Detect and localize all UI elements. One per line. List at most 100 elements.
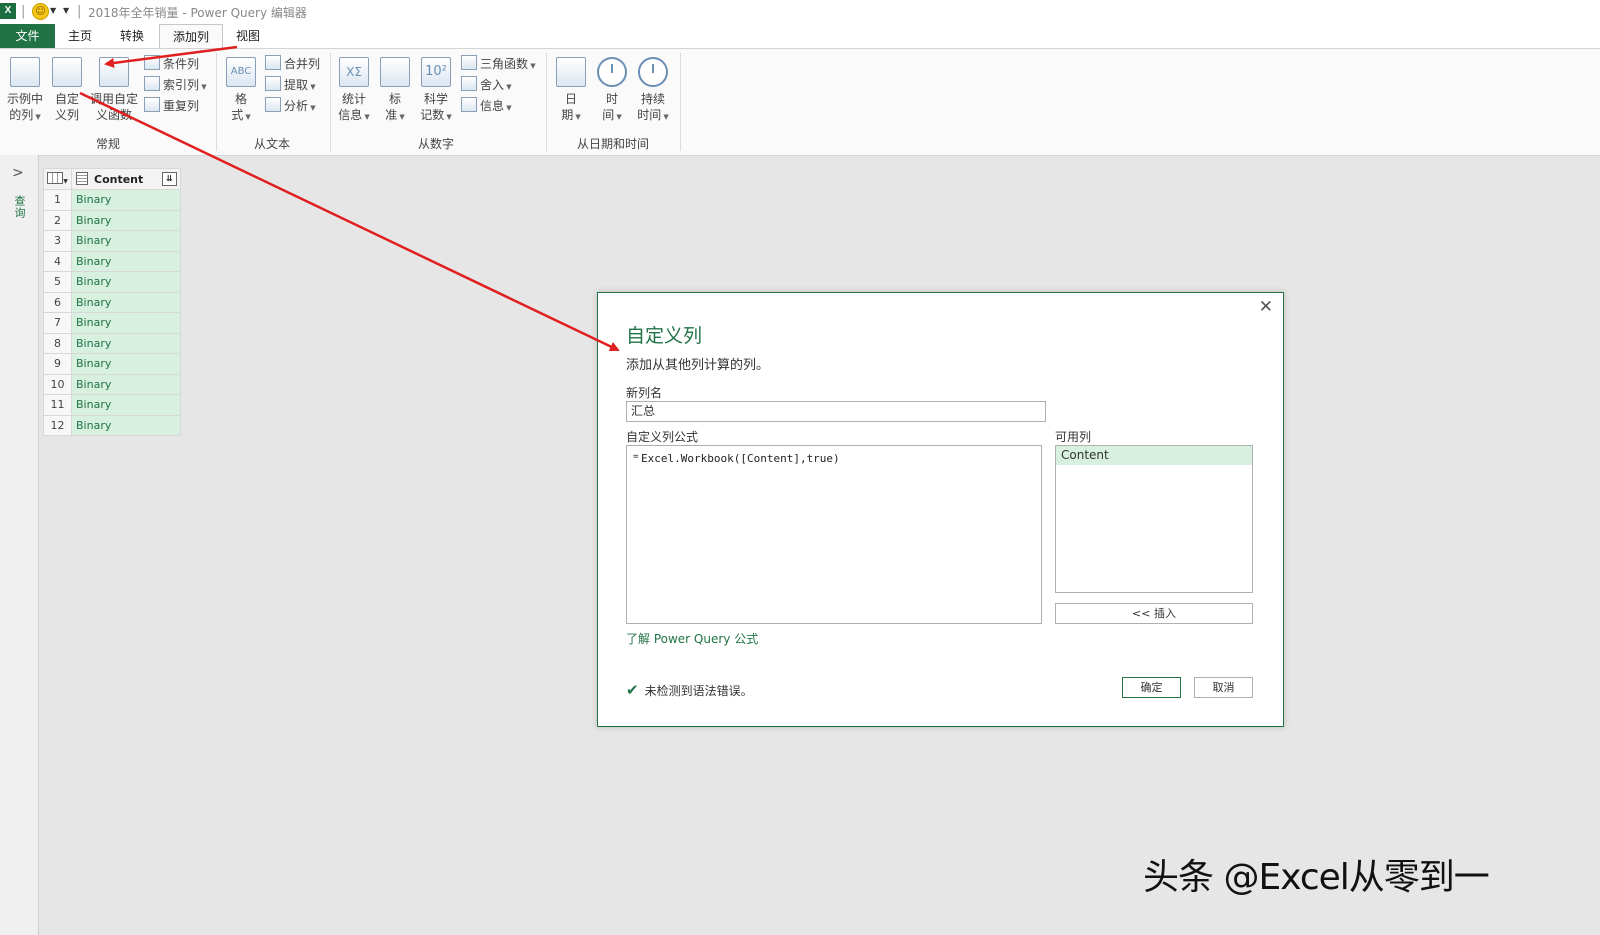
binary-cell[interactable]: Binary <box>71 209 181 231</box>
chevron-right-icon[interactable]: > <box>12 165 24 181</box>
close-icon[interactable]: ✕ <box>1259 297 1273 317</box>
button-label: 的列 <box>9 108 34 122</box>
binary-cell[interactable]: Binary <box>71 312 181 334</box>
ribbon-tabs: 文件 主页 转换 添加列 视图 <box>0 24 1600 49</box>
row-number: 8 <box>43 332 72 354</box>
parse-button[interactable]: 分析 ▼ <box>265 97 316 115</box>
table-column-icon <box>10 57 40 87</box>
customize-toolbar-icon[interactable]: ▼ <box>63 6 69 15</box>
excel-app-icon: X <box>0 3 16 19</box>
button-label: 索引列 <box>163 78 200 92</box>
window-title: 2018年全年销量 - Power Query 编辑器 <box>88 6 307 20</box>
table-row[interactable]: 9 Binary <box>43 353 181 375</box>
table-row[interactable]: 8 Binary <box>43 332 181 354</box>
table-row[interactable]: 2 Binary <box>43 209 181 231</box>
table-row[interactable]: 6 Binary <box>43 291 181 313</box>
ok-button[interactable]: 确定 <box>1122 677 1181 698</box>
row-number: 4 <box>43 250 72 272</box>
available-column-item[interactable]: Content <box>1056 446 1252 465</box>
conditional-column-button[interactable]: 条件列 <box>144 55 199 73</box>
merge-columns-button[interactable]: 合并列 <box>265 55 320 73</box>
table-row[interactable]: 5 Binary <box>43 271 181 293</box>
binary-cell[interactable]: Binary <box>71 394 181 416</box>
button-label: 条件列 <box>163 57 200 71</box>
dialog-subtitle: 添加从其他列计算的列。 <box>626 358 770 373</box>
button-label: 舍入 <box>480 78 505 92</box>
extract-button[interactable]: 提取 ▼ <box>265 76 316 94</box>
table-row[interactable]: 1 Binary <box>43 189 181 211</box>
table-row[interactable]: 12 Binary <box>43 414 181 436</box>
binary-cell[interactable]: Binary <box>71 230 181 252</box>
button-label: 信息 <box>480 99 505 113</box>
button-label: 标 <box>388 92 401 106</box>
cancel-button[interactable]: 取消 <box>1194 677 1253 698</box>
group-divider <box>680 53 681 151</box>
index-column-button[interactable]: 索引列 ▼ <box>144 76 207 94</box>
group-label-from-number: 从数字 <box>417 137 454 151</box>
tab-transform[interactable]: 转换 <box>110 24 154 48</box>
expand-icon[interactable]: ⇊ <box>162 172 177 186</box>
binary-cell[interactable]: Binary <box>71 271 181 293</box>
button-label: 记数 <box>420 108 445 122</box>
date-button[interactable]: 日 期 ▼ <box>555 57 587 125</box>
button-label: 间 <box>602 108 615 122</box>
column-from-examples-button[interactable]: 示例中 的列 ▼ <box>4 57 46 125</box>
button-label: 式 <box>231 108 244 122</box>
binary-cell[interactable]: Binary <box>71 332 181 354</box>
custom-column-button[interactable]: 自定 义列 <box>50 57 84 123</box>
learn-formulas-link[interactable]: 了解 Power Query 公式 <box>626 630 758 647</box>
ribbon: 示例中 的列 ▼ 自定 义列 调用自定 义函数 条件列 索引列 ▼ 重复列 常规… <box>0 48 1600 156</box>
statistics-button[interactable]: XΣ 统计 信息 ▼ <box>336 57 372 125</box>
new-column-name-label: 新列名 <box>626 386 663 400</box>
chevron-down-icon[interactable]: ▼ <box>50 6 56 15</box>
smiley-feedback-icon[interactable]: ☺ <box>32 3 49 20</box>
table-row[interactable]: 4 Binary <box>43 250 181 272</box>
scientific-button[interactable]: 10² 科学 记数 ▼ <box>418 57 454 125</box>
table-menu-button[interactable]: ▼ <box>43 168 72 190</box>
trigonometry-button[interactable]: 三角函数 ▼ <box>461 55 536 73</box>
row-number: 9 <box>43 353 72 375</box>
button-label: 调用自定 <box>89 92 138 106</box>
binary-cell[interactable]: Binary <box>71 353 181 375</box>
insert-button[interactable]: << 插入 <box>1055 603 1253 624</box>
format-button[interactable]: ABC 格 式 ▼ <box>224 57 258 125</box>
column-header-label: Content <box>94 173 144 186</box>
tab-add-column[interactable]: 添加列 <box>159 24 223 49</box>
tab-file[interactable]: 文件 <box>0 24 55 48</box>
time-button[interactable]: 时 间 ▼ <box>596 57 628 125</box>
formula-editor[interactable]: = Excel.Workbook([Content],true) <box>626 445 1042 624</box>
tab-home[interactable]: 主页 <box>58 24 102 48</box>
table-row[interactable]: 10 Binary <box>43 373 181 395</box>
table-row[interactable]: 11 Binary <box>43 394 181 416</box>
information-button[interactable]: 信息 ▼ <box>461 97 512 115</box>
rounding-button[interactable]: 舍入 ▼ <box>461 76 512 94</box>
table-icon <box>47 172 64 184</box>
binary-cell[interactable]: Binary <box>71 291 181 313</box>
button-label: 时 <box>605 92 618 106</box>
table-row[interactable]: 7 Binary <box>43 312 181 334</box>
binary-cell[interactable]: Binary <box>71 373 181 395</box>
rounding-icon <box>461 76 477 91</box>
queries-pane-label[interactable]: 查询 <box>13 195 27 219</box>
duration-button[interactable]: 持续 时间 ▼ <box>635 57 671 125</box>
row-number: 11 <box>43 394 72 416</box>
tab-view[interactable]: 视图 <box>226 24 270 48</box>
table-row[interactable]: 3 Binary <box>43 230 181 252</box>
button-label: 重复列 <box>163 99 200 113</box>
binary-cell[interactable]: Binary <box>71 189 181 211</box>
new-column-name-input[interactable]: 汇总 <box>626 401 1046 422</box>
standard-button[interactable]: 标 准 ▼ <box>380 57 410 125</box>
extract-icon <box>265 76 281 91</box>
invoke-custom-function-button[interactable]: 调用自定 义函数 <box>89 57 139 123</box>
binary-type-icon <box>76 172 88 185</box>
title-separator: | <box>21 4 26 19</box>
binary-cell[interactable]: Binary <box>71 250 181 272</box>
triangle-icon <box>461 55 477 70</box>
duplicate-column-button[interactable]: 重复列 <box>144 97 199 115</box>
column-header-content[interactable]: Content ⇊ <box>71 168 181 190</box>
binary-cell[interactable]: Binary <box>71 414 181 436</box>
button-label: 分析 <box>284 99 309 113</box>
sigma-icon: XΣ <box>339 57 369 87</box>
dialog-title: 自定义列 <box>626 325 703 347</box>
button-label: 统计 <box>341 92 366 106</box>
